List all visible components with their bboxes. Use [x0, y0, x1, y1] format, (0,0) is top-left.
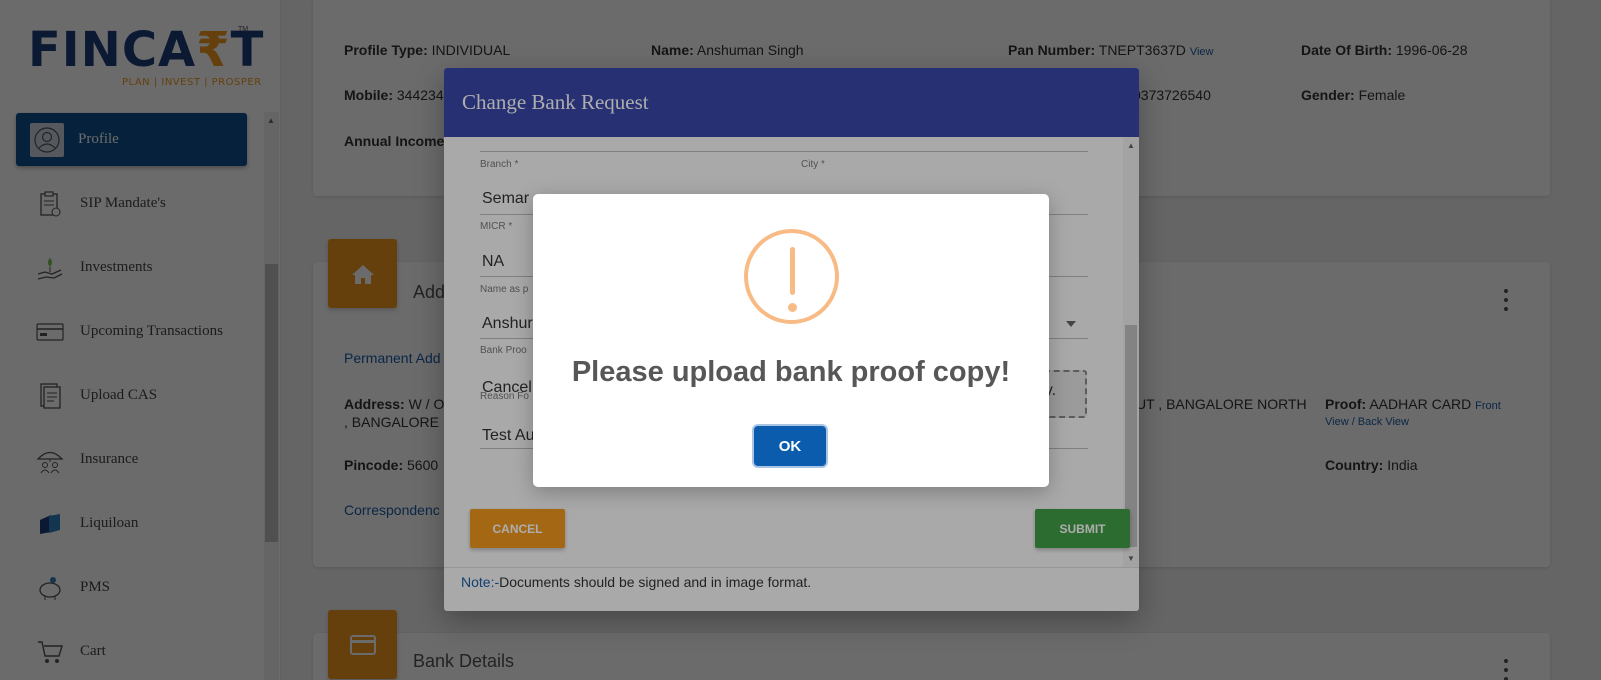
warning-icon — [744, 229, 839, 324]
alert-title: Please upload bank proof copy! — [571, 356, 1011, 388]
alert-dialog: Please upload bank proof copy! OK — [533, 194, 1049, 487]
ok-button[interactable]: OK — [754, 426, 826, 466]
